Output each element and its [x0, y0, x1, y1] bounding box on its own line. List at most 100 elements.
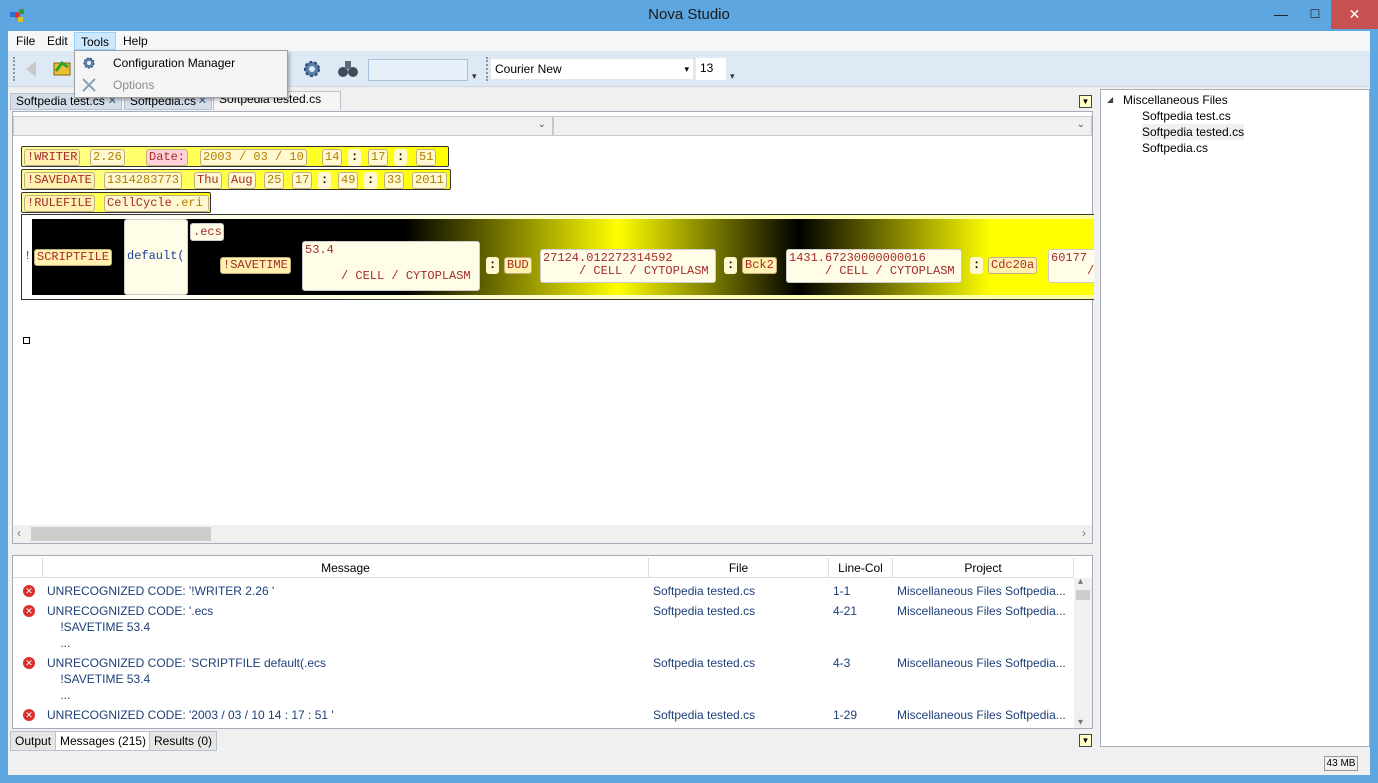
navigation-bar: ⌄ ⌄ [13, 116, 1094, 136]
build-icon[interactable] [50, 57, 74, 81]
table-row[interactable]: ✕ UNRECOGNIZED CODE: 'SCRIPTFILE default… [13, 655, 1073, 705]
member-selector[interactable]: ⌄ [553, 116, 1092, 136]
token: : [724, 257, 738, 274]
col-header-linecol[interactable]: Line-Col [829, 558, 893, 578]
tree-file[interactable]: Softpedia tested.cs [1142, 124, 1245, 140]
tab-results[interactable]: Results (0) [149, 731, 218, 751]
token: SCRIPTFILE [34, 249, 113, 266]
token: default( [124, 219, 188, 295]
error-icon: ✕ [23, 709, 35, 721]
table-row[interactable]: ✕ UNRECOGNIZED CODE: '!WRITER 2.26 ' Sof… [13, 583, 1073, 601]
tree-root[interactable]: Miscellaneous Files [1123, 92, 1228, 108]
table-row[interactable]: ✕ UNRECOGNIZED CODE: '.ecs !SAVETIME 53.… [13, 603, 1073, 653]
token: Thu [194, 172, 222, 189]
tree-file[interactable]: Softpedia test.cs [1142, 108, 1231, 124]
token: 51 [416, 149, 437, 166]
panel-dropdown-icon[interactable]: ▼ [1079, 734, 1092, 747]
token: 1314283773 [104, 172, 183, 189]
token: !WRITER [24, 149, 81, 166]
file-cell: Softpedia tested.cs [653, 708, 756, 722]
token: !SAVETIME [220, 257, 291, 274]
linecol-cell: 1-29 [833, 708, 858, 722]
scroll-left-icon[interactable]: ‹ [17, 526, 21, 540]
chevron-down-icon: ▾ [684, 64, 689, 74]
token: 33 [384, 172, 405, 189]
font-family-value: Courier New [495, 62, 562, 76]
token: : [394, 149, 408, 166]
menu-tools[interactable]: Tools [74, 32, 117, 50]
toolbar-overflow-icon[interactable]: ▾ [472, 71, 477, 82]
scroll-thumb[interactable] [1076, 590, 1090, 600]
token: 2011 [412, 172, 447, 189]
toolbar-overflow-icon-2[interactable]: ▾ [730, 71, 735, 82]
token: 2003 / 03 / 10 [200, 149, 307, 166]
toolbar-grip[interactable] [13, 57, 16, 81]
token: : [970, 257, 984, 274]
tree-file[interactable]: Softpedia.cs [1142, 140, 1208, 156]
linecol-cell: 4-3 [833, 656, 851, 670]
tab-output[interactable]: Output [10, 731, 57, 751]
token: !SAVEDATE [24, 172, 95, 189]
linecol-cell: 4-21 [833, 604, 858, 618]
back-icon[interactable] [22, 57, 46, 81]
vertical-scrollbar[interactable]: ▴ ▾ [1074, 576, 1092, 728]
token: !RULEFILE [24, 195, 95, 212]
error-icon: ✕ [23, 657, 35, 669]
maximize-button[interactable]: ☐ [1298, 0, 1332, 29]
col-header-project[interactable]: Project [893, 558, 1074, 578]
menu-bar: File Edit Tools Help [8, 31, 1370, 51]
scroll-thumb[interactable] [31, 527, 211, 541]
settings-gears-icon[interactable] [300, 57, 324, 81]
font-size-input[interactable]: 13 [696, 58, 726, 80]
token: : [364, 172, 378, 189]
horizontal-scrollbar[interactable]: ‹ › [13, 525, 1092, 543]
minimize-button[interactable]: — [1264, 0, 1298, 29]
token: 27124.012272314592 / CELL / CYTOPLASM [540, 249, 716, 283]
token: BUD [504, 257, 532, 274]
chevron-down-icon: ⌄ [1076, 119, 1085, 130]
token: ! [24, 249, 32, 263]
search-input[interactable] [368, 59, 468, 81]
col-header-file[interactable]: File [649, 558, 829, 578]
type-selector[interactable]: ⌄ [13, 116, 553, 136]
token: 14 [322, 149, 343, 166]
menu-edit[interactable]: Edit [41, 32, 74, 50]
font-family-select[interactable]: Courier New ▾ [490, 58, 694, 80]
error-icon: ✕ [23, 585, 35, 597]
token: Cdc20a [988, 257, 1038, 274]
menu-file[interactable]: File [10, 32, 41, 50]
code-editor[interactable]: ⌄ ⌄ !WRITER 2.26 Date: 2003 / 03 / 10 14… [12, 111, 1094, 544]
code-line-scriptfile: ! SCRIPTFILE default( .ecs !SAVETIME 53.… [21, 214, 1094, 300]
scroll-up-icon[interactable]: ▴ [1078, 576, 1083, 587]
code-line-writer: !WRITER 2.26 Date: 2003 / 03 / 10 14 : 1… [21, 146, 449, 167]
solution-explorer: ◢ Miscellaneous Files Softpedia test.cs … [1100, 89, 1370, 747]
col-header-message[interactable]: Message [43, 558, 649, 578]
toolbar-grip-2[interactable] [486, 57, 489, 81]
menu-item-options[interactable]: Options [75, 74, 287, 96]
expand-arrow-icon[interactable]: ◢ [1107, 92, 1113, 108]
token: 1431.67230000000016 / CELL / CYTOPLASM [786, 249, 962, 283]
table-row[interactable]: ✕ UNRECOGNIZED CODE: '2003 / 03 / 10 14 … [13, 707, 1073, 725]
scroll-right-icon[interactable]: › [1082, 526, 1086, 540]
tab-list-dropdown-icon[interactable]: ▼ [1079, 95, 1092, 108]
tab-messages[interactable]: Messages (215) [55, 731, 152, 751]
bottom-tabs: Output Messages (215) Results (0) ▼ [8, 731, 1098, 751]
binoculars-icon[interactable] [336, 57, 360, 81]
col-header-icon [13, 558, 43, 578]
config-manager-label: Configuration Manager [113, 56, 236, 70]
file-cell: Softpedia tested.cs [653, 584, 756, 598]
scroll-down-icon[interactable]: ▾ [1078, 717, 1083, 728]
menu-item-configuration-manager[interactable]: Configuration Manager [75, 52, 287, 74]
gears-icon [83, 57, 95, 69]
client-area: File Edit Tools Help ▾ Courier New ▾ 13 … [8, 31, 1370, 775]
token: 17 [368, 149, 389, 166]
tools-menu-dropdown: Configuration Manager Options [74, 50, 288, 98]
token: 25 [264, 172, 285, 189]
menu-help[interactable]: Help [117, 32, 154, 50]
close-button[interactable]: ✕ [1331, 0, 1378, 29]
tools-icon [82, 78, 96, 92]
scriptfile-block: SCRIPTFILE default( .ecs !SAVETIME 53.4 … [32, 219, 1094, 295]
token: .ecs [190, 223, 224, 241]
app-window: Nova Studio — ☐ ✕ File Edit Tools Help ▾… [0, 0, 1378, 783]
token: Date: [146, 149, 189, 166]
